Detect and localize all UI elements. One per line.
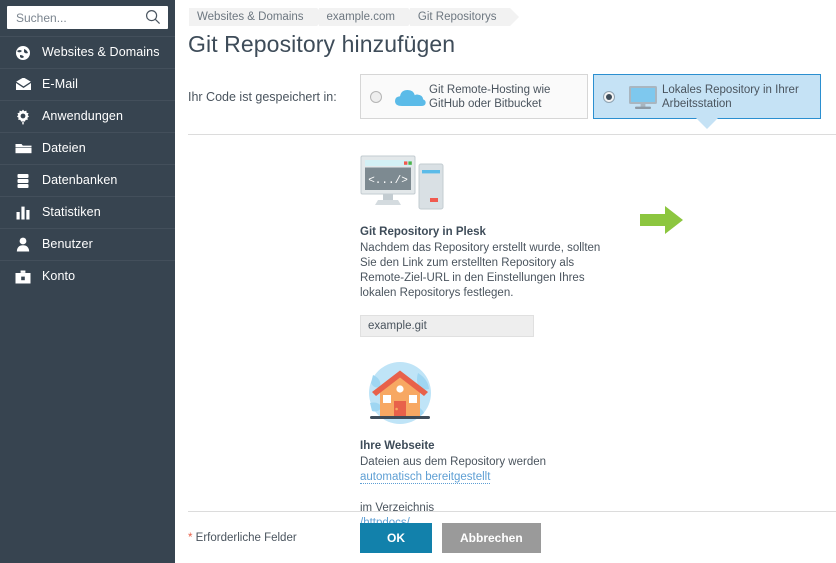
sidebar-item-label: Websites & Domains (42, 45, 160, 60)
required-fields-text: Erforderliche Felder (192, 531, 297, 544)
option-local-repository-label: Lokales Repository in Ihrer Arbeitsstati… (662, 83, 799, 110)
sidebar-item-email[interactable]: E-Mail (0, 68, 175, 100)
sidebar-item-label: E-Mail (42, 77, 79, 92)
desktop-code-window-icon: <.../> (360, 151, 836, 213)
sidebar-item-websites-domains[interactable]: Websites & Domains (0, 36, 175, 68)
briefcase-icon (14, 268, 32, 286)
sidebar-item-label: Konto (42, 269, 76, 284)
cloud-icon (391, 86, 429, 108)
desktop-monitor-icon (624, 84, 662, 110)
website-block-description: Dateien aus dem Repository werden automa… (360, 455, 610, 485)
option-remote-hosting-label: Git Remote-Hosting wie GitHub oder Bitbu… (429, 83, 551, 110)
plesk-repository-block: <.../> Git Repository in Plesk Nachdem d… (188, 151, 836, 337)
search-icon[interactable] (145, 9, 161, 25)
envelope-icon (14, 76, 32, 94)
globe-icon (14, 44, 32, 62)
search-input[interactable] (7, 7, 168, 28)
option-remote-hosting[interactable]: Git Remote-Hosting wie GitHub oder Bitbu… (360, 74, 588, 119)
text-spacer (360, 485, 836, 498)
section-divider (188, 134, 836, 135)
sidebar-item-label: Benutzer (42, 237, 93, 252)
sidebar-item-label: Anwendungen (42, 109, 124, 124)
database-icon (14, 172, 32, 190)
page-title: Git Repository hinzufügen (188, 31, 456, 57)
option-local-repository[interactable]: Lokales Repository in Ihrer Arbeitsstati… (593, 74, 821, 131)
plesk-app-window: Websites & Domains E-Mail (0, 0, 836, 563)
storage-choice-row: Ihr Code ist gespeichert in: Git Remote-… (175, 74, 836, 131)
sidebar: Websites & Domains E-Mail (0, 0, 175, 563)
website-block-heading: Ihre Webseite (360, 440, 435, 452)
radio-local-repository[interactable] (603, 90, 615, 103)
gear-icon (14, 108, 32, 126)
breadcrumb-item-websites-domains[interactable]: Websites & Domains (189, 7, 326, 26)
sidebar-nav: Websites & Domains E-Mail Anwendungen Da… (0, 36, 175, 292)
sidebar-item-label: Statistiken (42, 205, 101, 220)
sidebar-item-konto[interactable]: Konto (0, 260, 175, 292)
sidebar-item-anwendungen[interactable]: Anwendungen (0, 100, 175, 132)
plesk-block-heading: Git Repository in Plesk (360, 226, 486, 238)
storage-choice-options: Git Remote-Hosting wie GitHub oder Bitbu… (360, 74, 826, 131)
storage-choice-label: Ihr Code ist gespeichert in: (188, 90, 337, 104)
search-box[interactable] (7, 6, 168, 29)
sidebar-item-statistiken[interactable]: Statistiken (0, 196, 175, 228)
sidebar-item-benutzer[interactable]: Benutzer (0, 228, 175, 260)
plesk-block-description: Nachdem das Repository erstellt wurde, s… (360, 242, 601, 299)
folder-icon (14, 140, 32, 158)
cancel-button[interactable]: Abbrechen (442, 522, 541, 553)
breadcrumb-item-git-repositorys[interactable]: Git Repositorys (409, 7, 519, 26)
website-block: Ihre Webseite Dateien aus dem Repository… (188, 359, 836, 531)
sidebar-item-label: Dateien (42, 141, 86, 156)
form-footer: * Erforderliche Felder OK Abbrechen (188, 511, 836, 563)
repository-name-field[interactable]: example.git (360, 315, 534, 337)
green-right-arrow-icon (640, 204, 684, 241)
breadcrumb-item-domain[interactable]: example.com (318, 7, 418, 26)
website-block-text: Dateien aus dem Repository werden (360, 456, 547, 468)
radio-remote-hosting[interactable] (370, 90, 382, 103)
content-area: <.../> Git Repository in Plesk Nachdem d… (175, 151, 836, 531)
required-fields-note: * Erforderliche Felder (188, 532, 360, 544)
svg-text:<.../>: <.../> (368, 175, 408, 187)
breadcrumb: Websites & Domains example.com Git Repos… (175, 0, 836, 27)
auto-deploy-link[interactable]: automatisch bereitgestellt (360, 471, 491, 484)
sidebar-search-area (0, 0, 175, 36)
sidebar-item-datenbanken[interactable]: Datenbanken (0, 164, 175, 196)
globe-house-icon (360, 359, 836, 427)
ok-button[interactable]: OK (360, 522, 432, 553)
sidebar-item-dateien[interactable]: Dateien (0, 132, 175, 164)
main-content: Websites & Domains example.com Git Repos… (175, 0, 836, 563)
sidebar-item-label: Datenbanken (42, 173, 118, 188)
bar-chart-icon (14, 204, 32, 222)
user-icon (14, 236, 32, 254)
